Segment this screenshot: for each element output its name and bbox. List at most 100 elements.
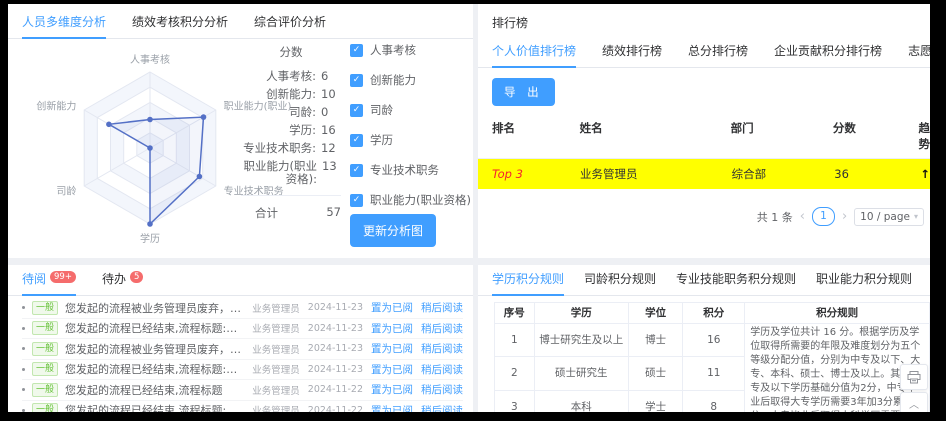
pagination-total: 共 1 条 [757, 209, 793, 225]
read-later-link[interactable]: 稍后阅读 [421, 362, 463, 377]
col-trend: 趋势 [919, 120, 930, 152]
list-item[interactable]: 一般 您发起的流程已经结束,流程标题:提货单 业务管理员 2024-11-23 … [22, 319, 463, 340]
checkbox-vocational-ability[interactable]: ✓ 职业能力(职业资格) [350, 192, 471, 208]
printer-button[interactable] [900, 364, 928, 390]
checkbox-checked-icon[interactable]: ✓ [350, 74, 363, 87]
todo-user: 业务管理员 [252, 362, 300, 376]
cell-points: 16 [683, 324, 745, 357]
tab-education-rule[interactable]: 学历积分规则 [492, 265, 564, 295]
tab-tenure-rule[interactable]: 司龄积分规则 [584, 265, 656, 295]
todo-text[interactable]: 您发起的流程已经结束,流程标题:提货单 [65, 320, 244, 336]
tab-personal-value-rank[interactable]: 个人价值排行榜 [492, 33, 576, 67]
checkbox-hr-review[interactable]: ✓ 人事考核 [350, 42, 471, 58]
tab-to-read[interactable]: 待阅99+ [22, 265, 76, 295]
todo-panel: 待阅99+ 待办 5 一般 您发起的流程被业务管理员废弃，流程标题:提货单，废弃说… [8, 265, 473, 412]
next-page-icon[interactable]: › [842, 209, 847, 224]
back-to-top-button[interactable]: ︿ [900, 392, 928, 412]
tab-total-score-rank[interactable]: 总分排行榜 [688, 33, 748, 67]
todo-text[interactable]: 您发起的流程被业务管理员废弃，流程标题:提货单，废弃说明 [65, 300, 244, 316]
score-value: 16 [321, 124, 341, 137]
todo-text[interactable]: 您发起的流程被业务管理员废弃，流程标题:提货单，废弃说明 [65, 341, 244, 357]
mark-read-link[interactable]: 置为已阅 [371, 382, 413, 397]
checkbox-label: 职业能力(职业资格) [370, 192, 471, 208]
tab-performance-score[interactable]: 绩效考核积分分析 [132, 4, 228, 38]
checkbox-checked-icon[interactable]: ✓ [350, 164, 363, 177]
mark-read-link[interactable]: 置为已阅 [371, 362, 413, 377]
tab-volunteer-score-rank[interactable]: 志愿者积分排行榜 [908, 33, 930, 67]
list-item[interactable]: 一般 您发起的流程已经结束,流程标题 业务管理员 2024-11-22 置为已阅… [22, 380, 463, 401]
checkbox-checked-icon[interactable]: ✓ [350, 194, 363, 207]
list-item[interactable]: 一般 您发起的流程被业务管理员废弃，流程标题:提货单，废弃说明 业务管理员 20… [22, 339, 463, 360]
rules-table: 序号 学历 学位 积分 积分规则 1 博士研究生及以上 博士 16 学历及学位共… [494, 302, 930, 412]
list-item[interactable]: 一般 您发起的流程已经结束,流程标题:提货单 业务管理员 2024-11-23 … [22, 360, 463, 381]
score-value: 12 [321, 142, 341, 155]
cell-no: 3 [495, 390, 535, 412]
read-later-link[interactable]: 稍后阅读 [421, 300, 463, 315]
score-row: 专业技术职务: 12 [241, 142, 341, 155]
col-degree: 学历 [534, 303, 628, 324]
bullet-icon [22, 409, 25, 412]
todo-user: 业务管理员 [252, 383, 300, 397]
export-button[interactable]: 导 出 [492, 78, 555, 106]
dimension-checkbox-group: ✓ 人事考核 ✓ 创新能力 ✓ 司龄 ✓ 学历 ✓ 专业技术职务 ✓ 职业能力(… [350, 42, 471, 222]
tab-person-multidim[interactable]: 人员多维度分析 [22, 4, 106, 38]
read-later-link[interactable]: 稍后阅读 [421, 341, 463, 356]
cell-degree: 硕士研究生 [534, 357, 628, 390]
list-item[interactable]: 一般 您发起的流程被业务管理员废弃，流程标题:提货单，废弃说明 业务管理员 20… [22, 298, 463, 319]
bullet-icon [22, 306, 25, 309]
score-label: 人事考核: [266, 70, 316, 83]
mark-read-link[interactable]: 置为已阅 [371, 341, 413, 356]
score-row: 学历: 16 [241, 124, 341, 137]
tab-enterprise-contrib-rank[interactable]: 企业贡献积分排行榜 [774, 33, 882, 67]
analysis-tabs: 人员多维度分析 绩效考核积分分析 综合评价分析 [8, 4, 473, 39]
todo-text[interactable]: 您发起的流程已经结束,流程标题:商品发放 [65, 402, 244, 412]
score-row: 创新能力: 10 [241, 88, 341, 101]
rank-dept: 综合部 [732, 166, 835, 182]
ranking-table-row[interactable]: Top 3 业务管理员 综合部 36 ↑ [478, 159, 930, 189]
score-label: 创新能力: [266, 88, 316, 101]
prev-page-icon[interactable]: ‹ [800, 209, 805, 224]
checkbox-professional-title[interactable]: ✓ 专业技术职务 [350, 162, 471, 178]
to-do-badge: 5 [130, 271, 143, 283]
page-size-value: 10 / page [860, 211, 910, 223]
checkbox-tenure[interactable]: ✓ 司龄 [350, 102, 471, 118]
tab-performance-rank[interactable]: 绩效排行榜 [602, 33, 662, 67]
cell-points: 11 [683, 357, 745, 390]
score-total-row: 合计 57 [241, 195, 341, 221]
mark-read-link[interactable]: 置为已阅 [371, 403, 413, 412]
tab-overall-eval[interactable]: 综合评价分析 [254, 4, 326, 38]
checkbox-innovation[interactable]: ✓ 创新能力 [350, 72, 471, 88]
checkbox-checked-icon[interactable]: ✓ [350, 44, 363, 57]
page-size-select[interactable]: 10 / page ▾ [854, 208, 924, 226]
to-read-badge: 99+ [50, 271, 76, 283]
todo-text[interactable]: 您发起的流程已经结束,流程标题 [65, 382, 244, 398]
pagination: 共 1 条 ‹ 1 › 10 / page ▾ [757, 207, 924, 226]
tab-to-do-label: 待办 [102, 272, 126, 286]
todo-text[interactable]: 您发起的流程已经结束,流程标题:提货单 [65, 361, 244, 377]
tab-professional-rule[interactable]: 专业技能职务积分规则 [676, 265, 796, 295]
update-chart-button[interactable]: 更新分析图 [350, 214, 436, 247]
checkbox-checked-icon[interactable]: ✓ [350, 104, 363, 117]
mark-read-link[interactable]: 置为已阅 [371, 300, 413, 315]
svg-text:人事考核: 人事考核 [130, 53, 170, 66]
mark-read-link[interactable]: 置为已阅 [371, 321, 413, 336]
priority-tag: 一般 [32, 362, 58, 376]
checkbox-education[interactable]: ✓ 学历 [350, 132, 471, 148]
bullet-icon [22, 327, 25, 330]
score-value: 6 [321, 70, 341, 83]
tab-vocational-rule[interactable]: 职业能力积分规则 [816, 265, 912, 295]
list-item[interactable]: 一般 您发起的流程已经结束,流程标题:商品发放 业务管理员 2024-11-22… [22, 401, 463, 413]
priority-tag: 一般 [32, 403, 58, 412]
chevron-down-icon: ▾ [914, 212, 918, 221]
todo-user: 业务管理员 [252, 403, 300, 412]
read-later-link[interactable]: 稍后阅读 [421, 321, 463, 336]
page-number-button[interactable]: 1 [812, 207, 835, 226]
checkbox-checked-icon[interactable]: ✓ [350, 134, 363, 147]
read-later-link[interactable]: 稍后阅读 [421, 403, 463, 412]
chevron-up-icon: ︿ [909, 396, 919, 411]
read-later-link[interactable]: 稍后阅读 [421, 382, 463, 397]
tab-to-do[interactable]: 待办 5 [102, 265, 143, 295]
todo-date: 2024-11-23 [308, 343, 363, 354]
score-label: 专业技术职务: [243, 142, 316, 155]
analysis-panel: 人员多维度分析 绩效考核积分分析 综合评价分析 人事考核职业能力(职业)专业技术… [8, 4, 473, 258]
